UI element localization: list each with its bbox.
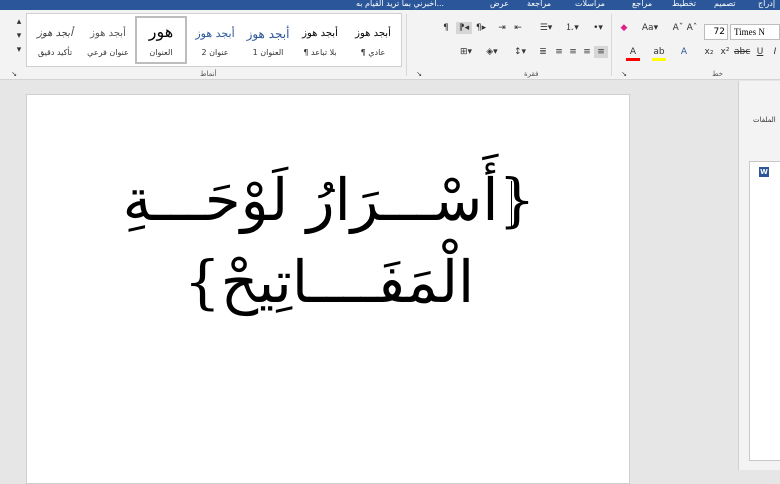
page-thumbnail[interactable] — [749, 161, 780, 461]
indent-icon[interactable]: ⇥ — [495, 22, 509, 34]
tab-references[interactable]: مراجع — [632, 0, 652, 8]
align-right-icon[interactable]: ≡ — [594, 46, 608, 58]
tab-insert[interactable]: إدراج — [758, 0, 775, 8]
numbered-list-icon[interactable]: ⒈▾ — [564, 22, 580, 34]
group-separator — [611, 14, 612, 76]
font-name-combo[interactable]: Times N — [730, 24, 780, 40]
word-file-icon: W — [759, 167, 769, 177]
style-subtle-emphasis[interactable]: أبجد هوز تأكيد دقيق — [29, 16, 81, 64]
justify-icon[interactable]: ≡ — [552, 46, 566, 58]
bullet-list-icon[interactable]: •▾ — [590, 22, 606, 34]
clear-format-icon[interactable]: ◆ — [618, 22, 630, 34]
style-name: العنوان 1 — [252, 48, 284, 57]
font-color-icon[interactable]: A — [626, 46, 640, 61]
pane-title: الملفات — [753, 116, 776, 124]
style-no-spacing[interactable]: أبجد هوز ¶ بلا تباعد — [294, 16, 346, 64]
style-sample: أبجد هوز — [246, 27, 290, 41]
group-label-paragraph: فقرة — [524, 70, 539, 78]
group-separator — [406, 14, 407, 76]
style-sample: أبجد هوز — [90, 28, 126, 39]
document-heading-line-2[interactable]: الْمَفَــــاتِيحْ} — [27, 247, 631, 317]
style-name: ¶ بلا تباعد — [303, 48, 337, 57]
shading-icon[interactable]: ◈▾ — [484, 46, 500, 58]
shrink-font-icon[interactable]: Aˇ — [672, 22, 684, 34]
dialog-launcher-icon[interactable]: ↘ — [620, 68, 628, 80]
style-sample: أبجد هوز — [302, 28, 338, 39]
tab-review[interactable]: مراجعة — [527, 0, 551, 8]
grow-font-icon[interactable]: Aˆ — [686, 22, 698, 34]
rtl-direction-icon[interactable]: ⁋◂ — [456, 22, 472, 34]
gallery-more-icon[interactable]: ▾ — [14, 44, 24, 56]
ribbon: ▴ ▾ ▾ أبجد هوز ¶ عادي أبجد هوز ¶ بلا تبا… — [0, 10, 780, 80]
style-sample: هور — [148, 22, 174, 41]
style-heading-1[interactable]: أبجد هوز العنوان 1 — [242, 16, 294, 64]
styles-gallery: أبجد هوز ¶ عادي أبجد هوز ¶ بلا تباعد أبج… — [26, 13, 402, 67]
navigation-pane: الملفات W — [738, 81, 780, 470]
italic-icon[interactable]: I — [770, 46, 780, 58]
strikethrough-icon[interactable]: abc — [734, 46, 750, 58]
style-name: عنوان 2 — [201, 48, 229, 57]
change-case-icon[interactable]: Aa▾ — [640, 22, 660, 34]
superscript-icon[interactable]: x² — [718, 46, 732, 58]
dialog-launcher-icon[interactable]: ↘ — [415, 68, 423, 80]
ribbon-tab-bar: أخبرني بما تريد القيام به... عرض مراجعة … — [0, 0, 780, 10]
style-title[interactable]: هور العنوان — [135, 16, 187, 64]
line-spacing-icon[interactable]: ↕▾ — [512, 46, 528, 58]
group-label-styles: أنماط — [200, 70, 217, 78]
ltr-direction-icon[interactable]: ¶▸ — [474, 22, 488, 34]
align-center-icon[interactable]: ≡ — [580, 46, 594, 58]
outdent-icon[interactable]: ⇤ — [511, 22, 525, 34]
document-workspace: {أَسْـــرَارُ لَوْحَـــةِ الْمَفَــــاتِ… — [0, 81, 780, 484]
show-marks-icon[interactable]: ¶ — [440, 22, 452, 34]
style-sample: أبجد هوز — [37, 28, 73, 39]
group-label-font: خط — [712, 70, 723, 78]
scroll-down-icon[interactable]: ▾ — [14, 30, 24, 42]
align-left-icon[interactable]: ≡ — [566, 46, 580, 58]
document-page[interactable]: {أَسْـــرَارُ لَوْحَـــةِ الْمَفَــــاتِ… — [26, 94, 630, 484]
text-caret — [511, 181, 512, 227]
tab-design[interactable]: تصميم — [714, 0, 736, 8]
style-subtitle[interactable]: أبجد هوز عنوان فرعي — [82, 16, 134, 64]
tell-me-search[interactable]: أخبرني بما تريد القيام به... — [356, 0, 444, 8]
scroll-up-icon[interactable]: ▴ — [14, 16, 24, 28]
distributed-icon[interactable]: ≣ — [536, 46, 550, 58]
dialog-launcher-icon[interactable]: ↘ — [10, 68, 18, 80]
underline-icon[interactable]: U — [754, 46, 766, 58]
tab-layout[interactable]: تخطيط — [672, 0, 696, 8]
text-effects-icon[interactable]: A — [678, 46, 690, 58]
font-size-combo[interactable]: 72 — [704, 24, 728, 40]
multilevel-list-icon[interactable]: ☰▾ — [538, 22, 554, 34]
tab-view[interactable]: عرض — [490, 0, 509, 8]
borders-icon[interactable]: ⊞▾ — [458, 46, 474, 58]
style-name: عنوان فرعي — [87, 48, 129, 57]
highlight-icon[interactable]: ab — [652, 46, 666, 61]
style-sample: أبجد هوز — [195, 27, 235, 40]
style-normal[interactable]: أبجد هوز ¶ عادي — [347, 16, 399, 64]
style-name: ¶ عادي — [360, 48, 386, 57]
style-name: العنوان — [149, 48, 173, 57]
style-heading-2[interactable]: أبجد هوز عنوان 2 — [189, 16, 241, 64]
document-heading-line-1[interactable]: {أَسْـــرَارُ لَوْحَـــةِ — [27, 165, 631, 235]
style-name: تأكيد دقيق — [37, 48, 73, 57]
style-sample: أبجد هوز — [355, 28, 391, 39]
subscript-icon[interactable]: x₂ — [702, 46, 716, 58]
tab-mailings[interactable]: مراسلات — [575, 0, 605, 8]
